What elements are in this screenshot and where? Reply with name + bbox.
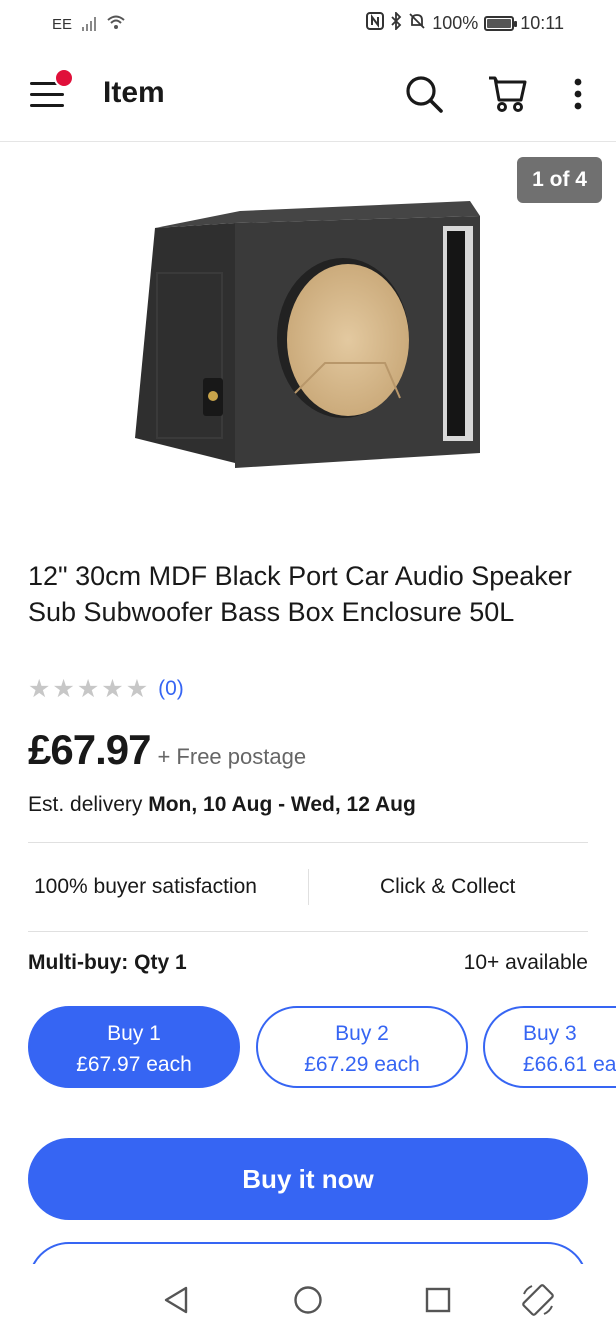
image-counter-badge: 1 of 4: [517, 157, 602, 203]
status-bar: EE 100% 10:11: [0, 0, 616, 48]
bell-muted-icon: [408, 12, 426, 35]
listing-title: 12" 30cm MDF Black Port Car Audio Speake…: [28, 561, 572, 627]
multibuy-option-label: Buy 2: [335, 1022, 389, 1045]
multibuy-option-3[interactable]: Buy 3 £66.61 each: [483, 1006, 616, 1088]
delivery-label: Est. delivery: [28, 793, 143, 816]
multibuy-option-label: Buy 3: [523, 1022, 577, 1045]
feature-row: 100% buyer satisfaction Click & Collect: [28, 843, 588, 931]
multibuy-option-2[interactable]: Buy 2 £67.29 each: [256, 1006, 468, 1088]
multibuy-option-1[interactable]: Buy 1 £67.97 each: [28, 1006, 240, 1088]
multibuy-option-price: £66.61 each: [523, 1053, 616, 1076]
search-button[interactable]: [402, 72, 446, 116]
clock: 10:11: [520, 13, 564, 33]
nfc-icon: [366, 12, 385, 35]
bluetooth-icon: [390, 10, 402, 35]
status-left: EE: [52, 14, 126, 34]
feature-separator: [308, 869, 309, 905]
page-title: Item: [103, 76, 165, 109]
back-triangle-icon: [164, 1286, 188, 1314]
screen-rotate-icon: [522, 1284, 554, 1316]
wifi-icon: [106, 14, 126, 34]
recents-square-icon: [425, 1287, 451, 1313]
multibuy-option-price: £67.97 each: [76, 1053, 192, 1076]
signal-icon: [82, 17, 97, 31]
buy-it-now-button[interactable]: Buy it now: [28, 1138, 588, 1220]
product-image[interactable]: [125, 193, 495, 483]
availability: 10+ available: [463, 951, 588, 974]
star-icon: ★: [52, 675, 75, 703]
star-icon: ★: [125, 675, 149, 703]
hamburger-menu-icon-line: [30, 104, 64, 107]
home-circle-icon: [294, 1286, 322, 1314]
multibuy-option-label: Buy 1: [107, 1022, 161, 1045]
back-button[interactable]: [156, 1280, 196, 1320]
system-nav-bar: [0, 1264, 616, 1334]
menu-button[interactable]: [30, 68, 74, 112]
battery-fill: [487, 19, 512, 28]
star-icon: ★: [28, 675, 51, 703]
buyer-satisfaction: 100% buyer satisfaction: [34, 875, 257, 898]
cart-button[interactable]: [486, 72, 530, 116]
multibuy-option-price: £67.29 each: [304, 1053, 420, 1076]
app-bar: Item: [0, 50, 616, 142]
rating-row[interactable]: ★ ★ ★ ★ ★ (0): [28, 676, 184, 702]
rotate-button[interactable]: [518, 1280, 558, 1320]
notification-dot: [54, 68, 74, 88]
battery-icon: [484, 16, 518, 31]
price-row: £67.97 + Free postage: [28, 726, 306, 774]
battery-percentage: 100%: [432, 13, 479, 33]
image-gallery[interactable]: 1 of 4: [0, 143, 616, 523]
carrier-label: EE: [52, 15, 73, 33]
more-options-button[interactable]: [556, 72, 600, 116]
estimated-delivery: Est. delivery Mon, 10 Aug - Wed, 12 Aug: [28, 793, 416, 817]
home-button[interactable]: [288, 1280, 328, 1320]
star-icon: ★: [101, 675, 124, 703]
price: £67.97: [28, 726, 151, 773]
more-vertical-icon: [574, 78, 582, 110]
postage-label: + Free postage: [157, 744, 307, 769]
search-icon: [406, 76, 443, 113]
delivery-dates: Mon, 10 Aug - Wed, 12 Aug: [148, 793, 416, 816]
rating-count-link[interactable]: (0): [158, 677, 184, 701]
star-icon: ★: [76, 675, 100, 703]
divider: [28, 931, 588, 932]
status-right: 100% 10:11: [366, 10, 564, 35]
multibuy-label: Multi-buy: Qty 1: [28, 951, 187, 974]
hamburger-menu-icon-line: [30, 93, 64, 96]
recents-button[interactable]: [418, 1280, 458, 1320]
click-collect: Click & Collect: [380, 875, 516, 898]
cart-icon: [489, 76, 527, 112]
